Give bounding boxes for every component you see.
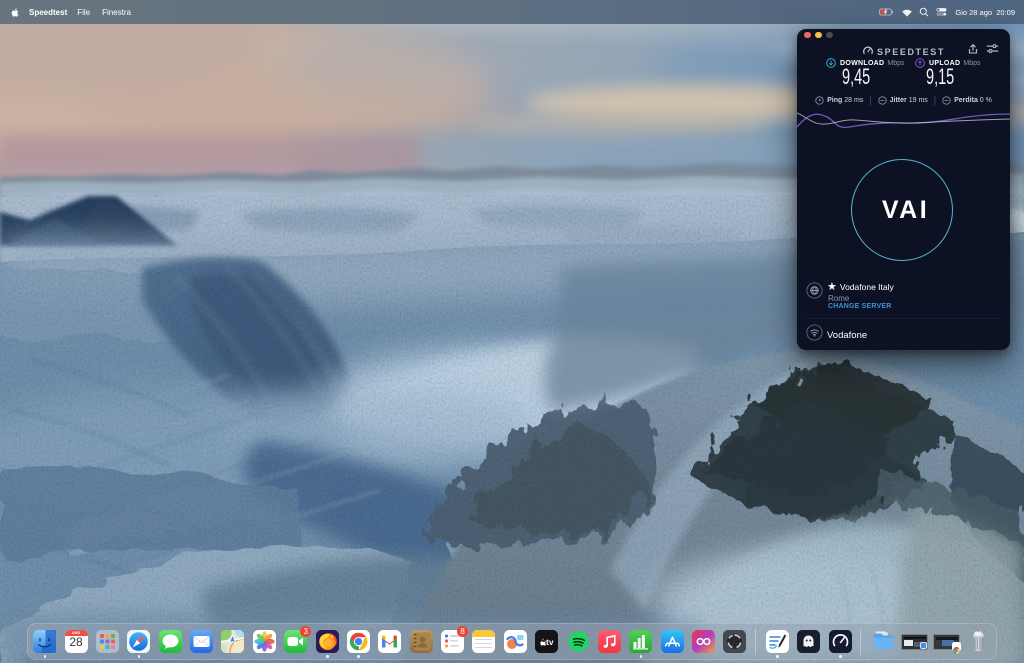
svg-text:tv: tv — [546, 637, 554, 647]
